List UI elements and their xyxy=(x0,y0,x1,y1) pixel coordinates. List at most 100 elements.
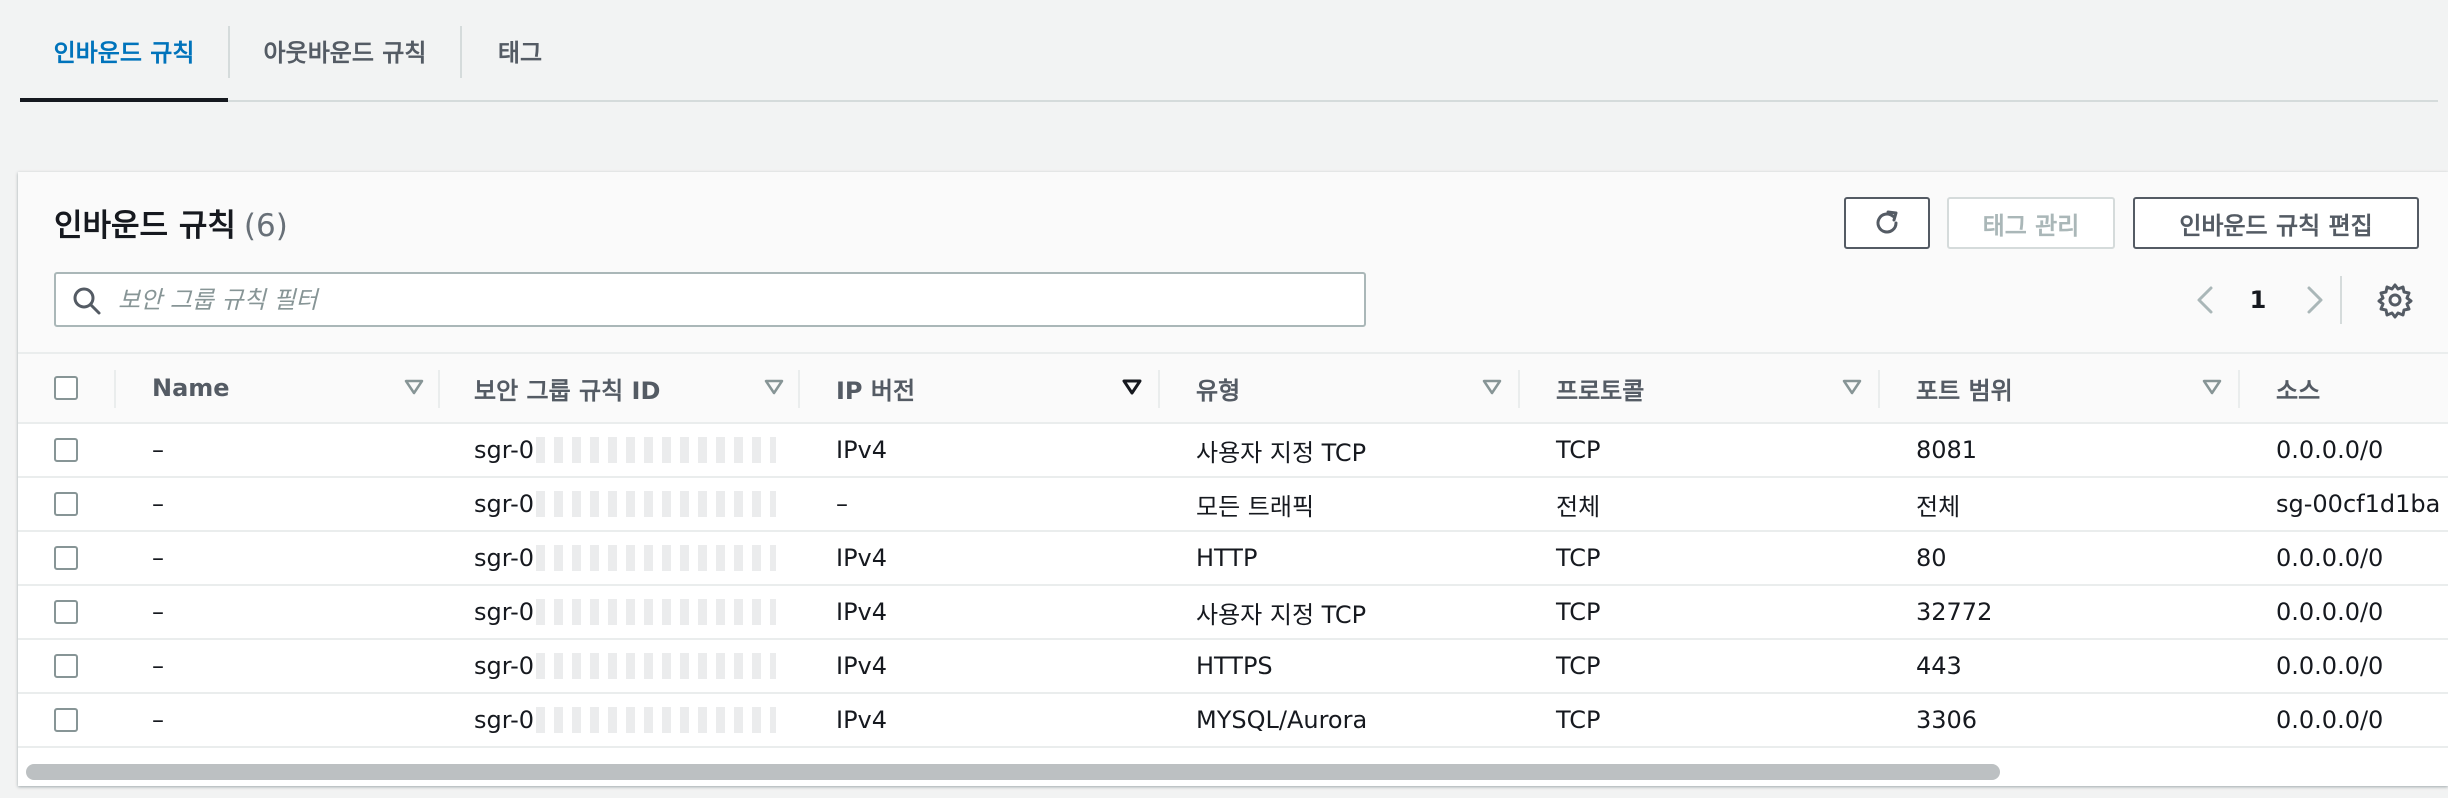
cell-protocol: 전체 xyxy=(1556,492,1601,521)
manage-tags-button[interactable]: 태그 관리 xyxy=(1947,197,2115,249)
redacted-block xyxy=(536,653,776,679)
table-header: Name 보안 그룹 규칙 ID IP 버전 유형 프로토콜 포트 범위 소스 xyxy=(18,352,2448,424)
cell-port-range: 443 xyxy=(1916,652,1962,680)
column-header-port-range[interactable]: 포트 범위 xyxy=(1916,354,2236,422)
cell-type: 모든 트래픽 xyxy=(1196,492,1315,521)
column-header-protocol[interactable]: 프로토콜 xyxy=(1556,354,1876,422)
rule-count: (6) xyxy=(243,208,288,244)
edit-inbound-rules-button[interactable]: 인바운드 규칙 편집 xyxy=(2133,197,2419,249)
cell-name: – xyxy=(152,490,164,518)
column-header-type[interactable]: 유형 xyxy=(1196,354,1516,422)
cell-source: 0.0.0.0/0 xyxy=(2276,544,2384,572)
tab-tags[interactable]: 태그 xyxy=(462,0,578,100)
cell-type: 사용자 지정 TCP xyxy=(1196,600,1367,629)
cell-type: HTTPS xyxy=(1196,652,1273,680)
column-label: 유형 xyxy=(1196,376,1241,405)
rule-id-text: sgr-0 xyxy=(474,436,534,464)
column-divider xyxy=(798,370,800,408)
cell-port-range: 전체 xyxy=(1916,492,1961,521)
panel-title-text: 인바운드 규칙 xyxy=(54,208,236,244)
table-row[interactable]: – sgr-0 IPv4 HTTP TCP 80 0.0.0.0/0 xyxy=(18,532,2448,586)
cell-rule-id[interactable]: sgr-0 xyxy=(474,532,776,584)
search-input[interactable] xyxy=(118,282,1338,318)
redacted-block xyxy=(536,545,776,571)
cell-source[interactable]: sg-00cf1d1ba xyxy=(2276,478,2440,530)
row-checkbox[interactable] xyxy=(54,438,78,462)
row-checkbox[interactable] xyxy=(54,600,78,624)
current-page[interactable]: 1 xyxy=(2240,282,2276,318)
cell-name: – xyxy=(152,706,164,734)
column-header-name[interactable]: Name xyxy=(152,354,432,422)
column-header-source[interactable]: 소스 xyxy=(2276,354,2446,422)
chevron-right-icon[interactable] xyxy=(2296,282,2332,318)
sort-triangle-icon[interactable] xyxy=(1842,378,1862,396)
rule-id-text: sgr-0 xyxy=(474,544,534,572)
rule-filter-search[interactable] xyxy=(54,272,1366,327)
cell-port-range: 8081 xyxy=(1916,436,1978,464)
tab-inbound-rules[interactable]: 인바운드 규칙 xyxy=(20,0,228,102)
cell-name: – xyxy=(152,436,164,464)
sort-triangle-icon[interactable] xyxy=(2202,378,2222,396)
cell-type: HTTP xyxy=(1196,544,1258,572)
cell-source: 0.0.0.0/0 xyxy=(2276,436,2384,464)
column-header-rule-id[interactable]: 보안 그룹 규칙 ID xyxy=(474,354,794,422)
table-row[interactable]: – sgr-0 IPv4 HTTPS TCP 443 0.0.0.0/0 xyxy=(18,640,2448,694)
cell-rule-id[interactable]: sgr-0 xyxy=(474,640,776,692)
cell-protocol: TCP xyxy=(1556,706,1601,734)
select-all-checkbox[interactable] xyxy=(54,376,78,400)
refresh-icon xyxy=(1876,210,1898,234)
table-row[interactable]: – sgr-0 IPv4 사용자 지정 TCP TCP 32772 0.0.0.… xyxy=(18,586,2448,640)
column-label: 소스 xyxy=(2276,376,2321,405)
rule-id-text: sgr-0 xyxy=(474,490,534,518)
row-checkbox[interactable] xyxy=(54,492,78,516)
table-row[interactable]: – sgr-0 – 모든 트래픽 전체 전체 sg-00cf1d1ba xyxy=(18,478,2448,532)
column-header-ip-version[interactable]: IP 버전 xyxy=(836,354,1156,422)
refresh-button[interactable] xyxy=(1844,197,1930,249)
horizontal-scrollbar[interactable] xyxy=(26,764,2000,780)
chevron-left-icon[interactable] xyxy=(2188,282,2224,318)
cell-rule-id[interactable]: sgr-0 xyxy=(474,424,776,476)
cell-port-range: 3306 xyxy=(1916,706,1978,734)
cell-ip-version: – xyxy=(836,490,848,518)
cell-name: – xyxy=(152,544,164,572)
sort-triangle-icon-active[interactable] xyxy=(1122,378,1142,396)
search-icon xyxy=(73,287,101,315)
cell-port-range: 32772 xyxy=(1916,598,1993,626)
panel-header: 인바운드 규칙(6) 태그 관리 인바운드 규칙 편집 1 xyxy=(18,172,2448,352)
table-row[interactable]: – sgr-0 IPv4 MYSQL/Aurora TCP 3306 0.0.0… xyxy=(18,694,2448,748)
panel-title: 인바운드 규칙 (6) xyxy=(54,200,288,245)
rule-id-text: sgr-0 xyxy=(474,652,534,680)
redacted-block xyxy=(536,437,776,463)
cell-source: 0.0.0.0/0 xyxy=(2276,706,2384,734)
cell-rule-id[interactable]: sgr-0 xyxy=(474,586,776,638)
pager-divider xyxy=(2340,276,2342,324)
cell-rule-id[interactable]: sgr-0 xyxy=(474,478,776,530)
row-checkbox[interactable] xyxy=(54,546,78,570)
sort-triangle-icon[interactable] xyxy=(404,378,424,396)
inbound-rules-panel: 인바운드 규칙(6) 태그 관리 인바운드 규칙 편집 1 xyxy=(18,172,2448,786)
cell-type: 사용자 지정 TCP xyxy=(1196,438,1367,467)
tab-outbound-rules[interactable]: 아웃바운드 규칙 xyxy=(230,0,460,100)
cell-protocol: TCP xyxy=(1556,652,1601,680)
redacted-block xyxy=(536,599,776,625)
sort-triangle-icon[interactable] xyxy=(764,378,784,396)
row-checkbox[interactable] xyxy=(54,654,78,678)
row-checkbox[interactable] xyxy=(54,708,78,732)
table-row[interactable]: – sgr-0 IPv4 사용자 지정 TCP TCP 8081 0.0.0.0… xyxy=(18,424,2448,478)
rule-id-text: sgr-0 xyxy=(474,706,534,734)
column-label: 보안 그룹 규칙 ID xyxy=(474,376,661,405)
cell-ip-version: IPv4 xyxy=(836,436,888,464)
cell-source: 0.0.0.0/0 xyxy=(2276,598,2384,626)
sort-triangle-icon[interactable] xyxy=(1482,378,1502,396)
cell-ip-version: IPv4 xyxy=(836,652,888,680)
cell-rule-id[interactable]: sgr-0 xyxy=(474,694,776,746)
cell-ip-version: IPv4 xyxy=(836,598,888,626)
column-divider xyxy=(114,370,116,408)
cell-ip-version: IPv4 xyxy=(836,544,888,572)
gear-icon[interactable] xyxy=(2376,281,2414,319)
cell-type: MYSQL/Aurora xyxy=(1196,706,1368,734)
cell-name: – xyxy=(152,652,164,680)
column-divider xyxy=(1878,370,1880,408)
rule-id-text: sgr-0 xyxy=(474,598,534,626)
cell-source: 0.0.0.0/0 xyxy=(2276,652,2384,680)
